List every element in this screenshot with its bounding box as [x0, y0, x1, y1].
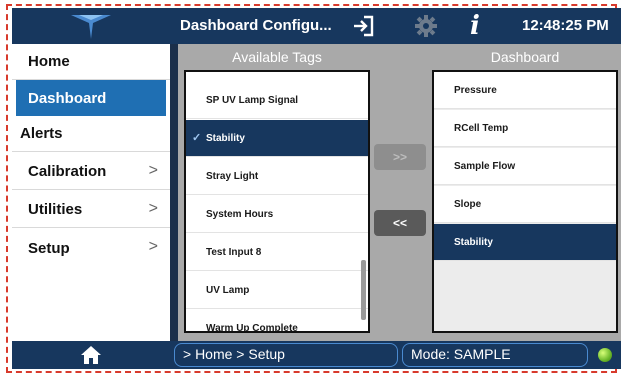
clock: 12:48:25 PM — [522, 17, 609, 34]
list-item[interactable]: Sample Flow — [434, 148, 616, 185]
available-tags-list[interactable]: SP UV Lamp Signal ✓ Stability Stray Ligh… — [184, 70, 370, 333]
list-item[interactable]: Stability — [434, 224, 616, 261]
list-item[interactable]: ✓ Stability — [186, 120, 368, 157]
scrollbar[interactable] — [361, 260, 366, 320]
check-icon: ✓ — [192, 132, 202, 144]
mode-indicator: Mode: SAMPLE — [402, 343, 588, 367]
sidebar-item-calibration[interactable]: Calibration > — [12, 154, 170, 190]
sidebar-item-alerts[interactable]: Alerts — [12, 116, 170, 152]
list-item[interactable]: Stray Light — [186, 158, 368, 195]
sidebar-item-label: Home — [28, 53, 70, 70]
dashboard-heading: Dashboard — [490, 49, 560, 65]
sidebar-item-setup[interactable]: Setup > — [12, 230, 170, 266]
list-item[interactable]: Pressure — [434, 72, 616, 109]
list-item[interactable]: Slope — [434, 186, 616, 223]
logo-icon — [12, 8, 170, 44]
gear-icon[interactable] — [414, 14, 438, 38]
available-tags-heading: Available Tags — [232, 49, 322, 65]
sidebar-item-label: Dashboard — [28, 89, 107, 107]
list-item[interactable]: UV Lamp — [186, 272, 368, 309]
breadcrumb[interactable]: > Home > Setup — [174, 343, 398, 367]
sidebar-item-label: Calibration — [28, 163, 107, 180]
info-icon[interactable]: i — [470, 10, 480, 42]
chevron-right-icon: > — [148, 238, 158, 255]
sidebar-item-home[interactable]: Home — [12, 44, 170, 80]
sidebar-item-label: Utilities — [28, 201, 83, 218]
add-to-dashboard-button[interactable]: >> — [374, 144, 426, 170]
page-title: Dashboard Configu... — [180, 17, 332, 34]
device-screen: Dashboard Configu... i 12:48:25 PM Home … — [12, 8, 621, 369]
exit-icon[interactable] — [352, 15, 374, 37]
dashboard-tags-list[interactable]: Pressure RCell Temp Sample Flow Slope St… — [432, 70, 618, 333]
list-item[interactable]: Test Input 8 — [186, 234, 368, 271]
top-bar: Dashboard Configu... i 12:48:25 PM — [12, 8, 621, 44]
sidebar-divider — [170, 44, 178, 341]
sidebar-item-utilities[interactable]: Utilities > — [12, 192, 170, 228]
chevron-right-icon: > — [148, 200, 158, 217]
sidebar-item-label: Alerts — [20, 125, 63, 142]
sidebar-item-label: Setup — [28, 239, 70, 257]
bottom-bar: > Home > Setup Mode: SAMPLE — [12, 341, 621, 369]
chevron-right-icon: > — [148, 162, 158, 179]
list-item[interactable]: System Hours — [186, 196, 368, 233]
list-item[interactable]: Warm Up Complete — [186, 310, 368, 331]
remove-from-dashboard-button[interactable]: << — [374, 210, 426, 236]
sidebar: Home Dashboard Alerts Calibration > Util… — [12, 44, 170, 341]
home-button[interactable] — [12, 341, 170, 369]
home-icon — [81, 346, 101, 364]
list-item[interactable]: RCell Temp — [434, 110, 616, 147]
status-led-icon — [598, 348, 612, 362]
list-item[interactable]: SP UV Lamp Signal — [186, 82, 368, 119]
sidebar-item-dashboard[interactable]: Dashboard — [16, 80, 166, 116]
